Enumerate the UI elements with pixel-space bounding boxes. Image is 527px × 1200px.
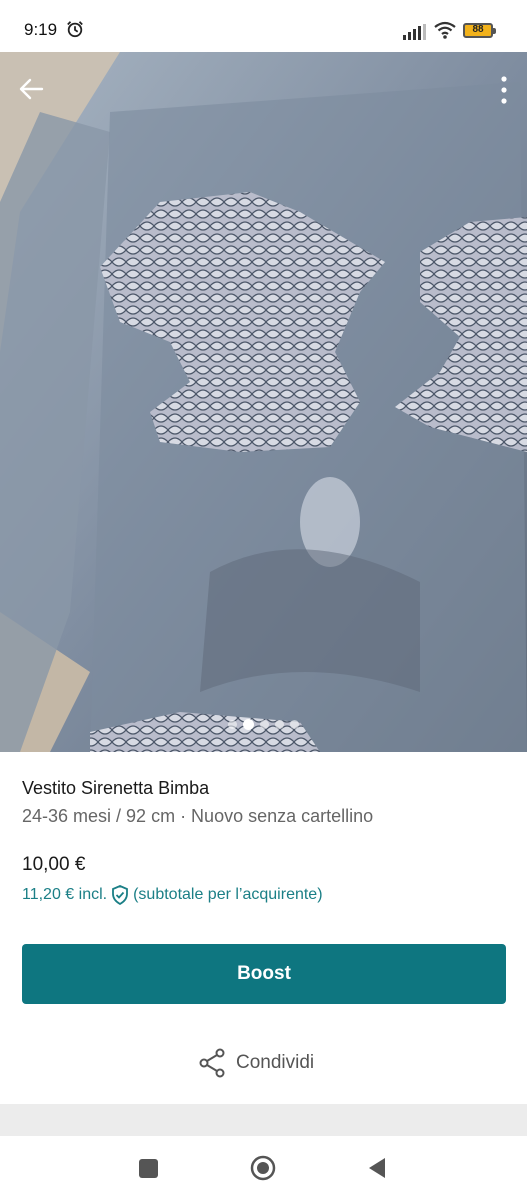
pagination-dot[interactable] <box>290 720 299 729</box>
shield-check-icon <box>112 885 128 905</box>
more-vert-icon[interactable] <box>499 74 509 106</box>
pagination-dot[interactable] <box>260 720 269 729</box>
home-icon[interactable] <box>250 1155 276 1181</box>
status-time: 9:19 <box>24 20 58 39</box>
battery-icon: 88 <box>463 23 496 38</box>
nav-back-icon[interactable] <box>367 1157 387 1179</box>
section-divider <box>0 1104 527 1136</box>
photo-pagination <box>0 719 527 730</box>
status-bar: 9:19 88 <box>0 0 527 52</box>
battery-level: 88 <box>472 24 484 35</box>
price-incl: 11,20 € incl. <box>22 886 108 903</box>
item-price: 10,00 € <box>22 854 86 875</box>
pagination-dot[interactable] <box>228 720 237 729</box>
photo-image <box>0 52 527 752</box>
share-icon <box>199 1048 225 1078</box>
item-subtitle: 24-36 mesi / 92 cm · Nuovo senza cartell… <box>22 806 374 826</box>
share-label: Condividi <box>236 1052 315 1073</box>
wifi-icon <box>434 21 456 39</box>
price-note: (subtotale per l’acquirente) <box>133 886 323 903</box>
back-arrow-icon[interactable] <box>16 74 46 104</box>
recent-apps-icon[interactable] <box>139 1159 158 1178</box>
share-button[interactable]: Condividi <box>198 1048 314 1078</box>
signal-icon <box>403 24 426 40</box>
buyer-price-info[interactable]: 11,20 € incl. (subtotale per l’acquirent… <box>22 885 323 905</box>
item-title: Vestito Sirenetta Bimba <box>22 778 210 798</box>
boost-button[interactable]: Boost <box>22 944 506 1004</box>
alarm-icon <box>67 21 83 38</box>
pagination-dot-active[interactable] <box>243 719 254 730</box>
pagination-dot[interactable] <box>275 720 284 729</box>
item-photo[interactable] <box>0 52 527 752</box>
